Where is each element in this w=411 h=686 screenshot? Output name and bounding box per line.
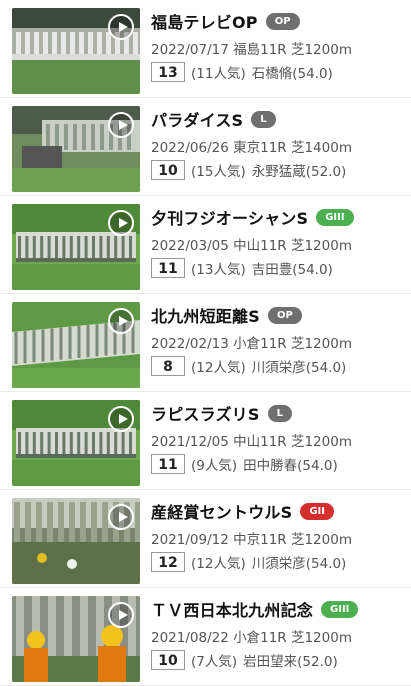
grade-badge: OP [267,306,302,324]
race-video-thumbnail[interactable] [12,302,140,388]
race-list-item[interactable]: 福島テレビOP OP 2022/07/17 福島11R 芝1200m 13 (1… [0,0,411,98]
finish-position-box: 12 [151,552,185,572]
jockey-weight: 石橋脩(54.0) [251,66,333,82]
race-info: ＴＶ西日本北九州記念 GIII 2021/08/22 小倉11R 芝1200m … [151,596,406,670]
race-meta: 2021/08/22 小倉11R 芝1200m [151,626,406,646]
race-result: 11 (9人気) 田中勝春(54.0) [151,454,406,474]
race-info: 産経賞セントウルS GII 2021/09/12 中京11R 芝1200m 12… [151,498,406,572]
race-meta: 2021/12/05 中山11R 芝1200m [151,430,406,450]
race-course: 芝1200m [290,238,352,254]
play-circle-icon[interactable] [108,308,134,334]
race-video-thumbnail[interactable] [12,596,140,682]
race-info: 北九州短距離S OP 2022/02/13 小倉11R 芝1200m 8 (12… [151,302,406,376]
popularity: (11人気) [191,66,246,82]
race-course: 芝1400m [290,140,352,156]
race-date: 2022/07/17 [151,42,229,58]
race-venue: 中山11R [233,238,287,254]
race-course: 芝1200m [290,630,352,646]
popularity: (9人気) [191,458,238,474]
race-result: 10 (15人気) 永野猛蔵(52.0) [151,160,406,180]
play-circle-icon[interactable] [108,14,134,40]
race-info: 夕刊フジオーシャンS GIII 2022/03/05 中山11R 芝1200m … [151,204,406,278]
race-meta: 2021/09/12 中京11R 芝1200m [151,528,406,548]
race-list-item[interactable]: ラピスラズリS L 2021/12/05 中山11R 芝1200m 11 (9人… [0,392,411,490]
race-title: パラダイスS [151,111,244,130]
finish-position-box: 10 [151,160,185,180]
race-venue: 中京11R [233,532,287,548]
race-video-thumbnail[interactable] [12,400,140,486]
race-date: 2022/06/26 [151,140,229,156]
grade-badge: L [251,110,276,128]
race-venue: 小倉11R [233,336,287,352]
race-venue: 東京11R [233,140,287,156]
race-course: 芝1200m [290,336,352,352]
jockey-weight: 田中勝春(54.0) [243,458,338,474]
grade-badge: GIII [316,208,354,226]
race-title: 夕刊フジオーシャンS [151,209,309,228]
race-video-thumbnail[interactable] [12,106,140,192]
race-list-item[interactable]: 産経賞セントウルS GII 2021/09/12 中京11R 芝1200m 12… [0,490,411,588]
grade-badge: OP [265,12,300,30]
race-title: 北九州短距離S [151,307,260,326]
race-list-item[interactable]: ＴＶ西日本北九州記念 GIII 2021/08/22 小倉11R 芝1200m … [0,588,411,686]
jockey-weight: 川須栄彦(54.0) [251,360,347,376]
finish-position-box: 10 [151,650,185,670]
race-list-item[interactable]: パラダイスS L 2022/06/26 東京11R 芝1400m 10 (15人… [0,98,411,196]
race-list-item[interactable]: 北九州短距離S OP 2022/02/13 小倉11R 芝1200m 8 (12… [0,294,411,392]
grade-badge: L [267,404,292,422]
race-venue: 福島11R [233,42,287,58]
grade-badge: GII [300,502,334,520]
race-info: ラピスラズリS L 2021/12/05 中山11R 芝1200m 11 (9人… [151,400,406,474]
finish-position-box: 13 [151,62,185,82]
race-title: ＴＶ西日本北九州記念 [151,601,314,620]
race-result: 13 (11人気) 石橋脩(54.0) [151,62,406,82]
popularity: (7人気) [191,654,238,670]
jockey-weight: 吉田豊(54.0) [251,262,333,278]
race-video-thumbnail[interactable] [12,204,140,290]
race-video-thumbnail[interactable] [12,498,140,584]
race-meta: 2022/02/13 小倉11R 芝1200m [151,332,406,352]
race-list-item[interactable]: 夕刊フジオーシャンS GIII 2022/03/05 中山11R 芝1200m … [0,196,411,294]
race-date: 2021/08/22 [151,630,229,646]
race-title: ラピスラズリS [151,405,260,424]
race-course: 芝1200m [290,532,352,548]
race-result: 10 (7人気) 岩田望来(52.0) [151,650,406,670]
race-date: 2021/09/12 [151,532,229,548]
race-result: 11 (13人気) 吉田豊(54.0) [151,258,406,278]
race-course: 芝1200m [290,42,352,58]
finish-position-box: 11 [151,454,185,474]
play-circle-icon[interactable] [108,406,134,432]
grade-badge: GIII [321,600,359,618]
race-video-list: 福島テレビOP OP 2022/07/17 福島11R 芝1200m 13 (1… [0,0,411,686]
jockey-weight: 川須栄彦(54.0) [251,556,347,572]
jockey-weight: 岩田望来(52.0) [243,654,338,670]
play-circle-icon[interactable] [108,504,134,530]
play-circle-icon[interactable] [108,210,134,236]
race-video-thumbnail[interactable] [12,8,140,94]
finish-position-box: 11 [151,258,185,278]
play-circle-icon[interactable] [108,602,134,628]
race-result: 8 (12人気) 川須栄彦(54.0) [151,356,406,376]
popularity: (13人気) [191,262,246,278]
race-date: 2022/03/05 [151,238,229,254]
race-result: 12 (12人気) 川須栄彦(54.0) [151,552,406,572]
race-title: 福島テレビOP [151,13,258,32]
race-meta: 2022/06/26 東京11R 芝1400m [151,136,406,156]
race-course: 芝1200m [290,434,352,450]
race-venue: 小倉11R [233,630,287,646]
popularity: (12人気) [191,360,246,376]
play-circle-icon[interactable] [108,112,134,138]
race-info: パラダイスS L 2022/06/26 東京11R 芝1400m 10 (15人… [151,106,406,180]
finish-position-box: 8 [151,356,185,376]
race-date: 2022/02/13 [151,336,229,352]
race-venue: 中山11R [233,434,287,450]
popularity: (15人気) [191,164,246,180]
jockey-weight: 永野猛蔵(52.0) [251,164,347,180]
race-title: 産経賞セントウルS [151,503,293,522]
race-info: 福島テレビOP OP 2022/07/17 福島11R 芝1200m 13 (1… [151,8,406,82]
race-date: 2021/12/05 [151,434,229,450]
race-meta: 2022/03/05 中山11R 芝1200m [151,234,406,254]
popularity: (12人気) [191,556,246,572]
race-meta: 2022/07/17 福島11R 芝1200m [151,38,406,58]
